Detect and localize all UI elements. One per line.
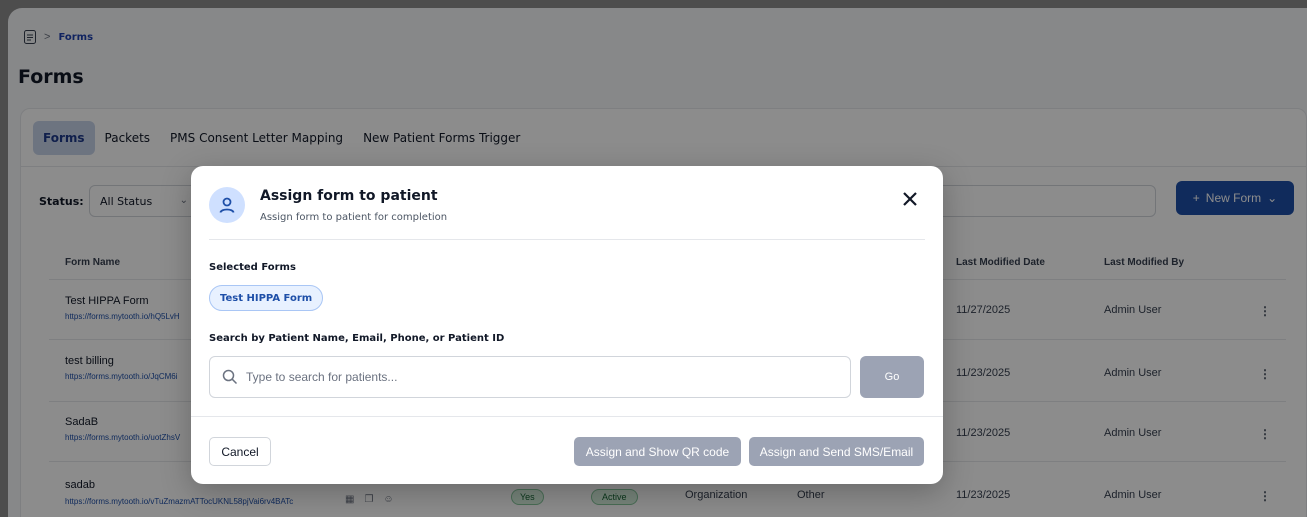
- patient-search-input[interactable]: [246, 370, 826, 384]
- assign-form-modal: Assign form to patient Assign form to pa…: [191, 166, 943, 484]
- cancel-button[interactable]: Cancel: [209, 437, 271, 466]
- divider: [191, 416, 943, 417]
- close-icon[interactable]: [897, 186, 923, 212]
- patient-search-field[interactable]: [209, 356, 851, 398]
- go-button[interactable]: Go: [860, 356, 924, 398]
- search-icon: [222, 369, 238, 385]
- assign-send-sms-email-button[interactable]: Assign and Send SMS/Email: [749, 437, 924, 466]
- divider: [209, 239, 925, 240]
- modal-title: Assign form to patient: [260, 188, 438, 204]
- selected-forms-label: Selected Forms: [209, 262, 296, 273]
- selected-form-chip: Test HIPPA Form: [209, 285, 324, 311]
- patient-search-label: Search by Patient Name, Email, Phone, or…: [209, 333, 505, 344]
- user-icon: [209, 187, 245, 223]
- assign-show-qr-button[interactable]: Assign and Show QR code: [574, 437, 741, 466]
- modal-subtitle: Assign form to patient for completion: [260, 212, 448, 223]
